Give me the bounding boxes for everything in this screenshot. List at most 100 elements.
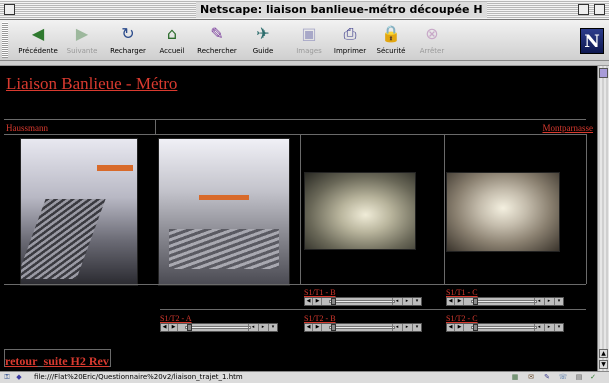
forward-arrow-icon: ▶ xyxy=(75,24,89,43)
clip-label[interactable]: S1/T1 - C xyxy=(446,288,478,297)
guide-button[interactable]: ✈ Guide xyxy=(246,23,280,59)
playback-track[interactable] xyxy=(471,300,537,303)
netscape-logo[interactable]: N xyxy=(580,28,604,54)
status-bar: ⚿ ◆ file:///Flat%20Eric/Questionnaire%20… xyxy=(0,371,609,383)
collapse-box-icon[interactable] xyxy=(594,4,605,15)
play-icon[interactable]: ▶ xyxy=(314,324,322,331)
menu-arrow-icon[interactable]: ▾ xyxy=(554,324,563,331)
search-icon: ✎ xyxy=(210,24,224,43)
speaker-icon[interactable]: ◀ xyxy=(447,298,455,305)
playback-slider-knob[interactable] xyxy=(331,324,336,331)
speaker-icon[interactable]: ◀ xyxy=(161,324,169,331)
guide-icon: ✈ xyxy=(256,24,270,43)
page-navigation: retour suite H2 Rev xyxy=(4,349,111,368)
playback-slider-knob[interactable] xyxy=(187,324,192,331)
step-forward-icon[interactable]: ▸ xyxy=(402,298,411,305)
clip-label[interactable]: S1/T2 - A xyxy=(160,314,192,323)
playback-slider-knob[interactable] xyxy=(473,298,478,305)
check-icon[interactable]: ✓ xyxy=(588,373,598,382)
document-icon[interactable]: ▤ xyxy=(574,373,584,382)
speaker-icon[interactable]: ◀ xyxy=(305,324,313,331)
scroll-up-arrow-icon[interactable]: ▲ xyxy=(599,349,608,358)
menu-arrow-icon[interactable]: ▾ xyxy=(554,298,563,305)
step-back-icon[interactable]: ◂ xyxy=(392,298,401,305)
component-navigator-icon[interactable]: ▦ xyxy=(510,373,520,382)
security-key-icon[interactable]: ⚿ xyxy=(2,373,12,382)
forward-button[interactable]: ▶ Suivante xyxy=(62,23,102,59)
media-player-control[interactable]: ◀ ▶ ◂ ▸ ▾ xyxy=(446,323,564,332)
close-box-icon[interactable] xyxy=(4,4,15,15)
cell-divider xyxy=(586,134,587,284)
cell-divider xyxy=(300,134,301,284)
step-forward-icon[interactable]: ▸ xyxy=(402,324,411,331)
header-divider-vertical xyxy=(155,119,156,134)
stop-button[interactable]: ⊗ Arrêter xyxy=(414,23,450,59)
play-icon[interactable]: ▶ xyxy=(314,298,322,305)
cell-divider xyxy=(444,134,445,284)
page-title[interactable]: Liaison Banlieue - Métro xyxy=(6,74,177,94)
step-back-icon[interactable]: ◂ xyxy=(534,298,543,305)
step-forward-icon[interactable]: ▸ xyxy=(544,324,553,331)
toolbar-grip[interactable] xyxy=(2,22,8,58)
mail-icon[interactable]: ✉ xyxy=(526,373,536,382)
step-back-icon[interactable]: ◂ xyxy=(534,324,543,331)
window-title-bar[interactable]: Netscape: liaison banlieue-métro découpé… xyxy=(0,0,609,20)
chat-icon[interactable]: ☏ xyxy=(558,373,568,382)
playback-track[interactable] xyxy=(471,326,537,329)
orange-light-band xyxy=(199,195,249,200)
back-link[interactable]: retour xyxy=(5,354,37,368)
reload-button[interactable]: ↻ Recharger xyxy=(106,23,150,59)
step-forward-icon[interactable]: ▸ xyxy=(258,324,267,331)
right-station-link[interactable]: Montparnasse xyxy=(543,123,594,133)
composer-icon[interactable]: ✎ xyxy=(542,373,552,382)
scrollbar-thumb[interactable] xyxy=(599,68,608,78)
left-station-label: Haussmann xyxy=(6,123,48,133)
speaker-icon[interactable]: ◀ xyxy=(305,298,313,305)
media-player-control[interactable]: ◀ ▶ ◂ ▸ ▾ xyxy=(446,297,564,306)
scroll-down-arrow-icon[interactable]: ▼ xyxy=(599,360,608,369)
home-button[interactable]: ⌂ Accueil xyxy=(154,23,190,59)
lock-icon: 🔒 xyxy=(381,24,401,43)
row-divider xyxy=(160,309,586,310)
media-player-control[interactable]: ◀ ▶ ◂ ▸ ▾ xyxy=(160,323,278,332)
station-hall-photo xyxy=(158,138,290,286)
step-forward-icon[interactable]: ▸ xyxy=(544,298,553,305)
stairs-stripes xyxy=(169,229,279,269)
zoom-box-icon[interactable] xyxy=(578,4,589,15)
play-icon[interactable]: ▶ xyxy=(456,324,464,331)
images-button[interactable]: ▣ Images xyxy=(292,23,326,59)
print-icon: ⎙ xyxy=(343,24,357,43)
security-button[interactable]: 🔒 Sécurité xyxy=(372,23,410,59)
home-icon: ⌂ xyxy=(166,24,178,43)
page-content: Liaison Banlieue - Métro Haussmann Montp… xyxy=(0,66,597,371)
playback-track[interactable] xyxy=(329,300,395,303)
playback-slider-knob[interactable] xyxy=(331,298,336,305)
menu-arrow-icon[interactable]: ▾ xyxy=(412,298,421,305)
clip-label[interactable]: S1/T2 - B xyxy=(304,314,336,323)
row-divider xyxy=(4,284,586,285)
back-button[interactable]: ◀ Précédente xyxy=(16,23,60,59)
media-player-control[interactable]: ◀ ▶ ◂ ▸ ▾ xyxy=(304,323,422,332)
tunnel-photo-b xyxy=(304,172,416,250)
next-link[interactable]: suite H2 Rev xyxy=(44,354,109,368)
play-icon[interactable]: ▶ xyxy=(456,298,464,305)
playback-track[interactable] xyxy=(185,326,251,329)
orange-light-band xyxy=(97,165,133,171)
clip-label[interactable]: S1/T1 - B xyxy=(304,288,336,297)
step-back-icon[interactable]: ◂ xyxy=(248,324,257,331)
media-player-control[interactable]: ◀ ▶ ◂ ▸ ▾ xyxy=(304,297,422,306)
search-button[interactable]: ✎ Rechercher xyxy=(194,23,240,59)
print-button[interactable]: ⎙ Imprimer xyxy=(330,23,370,59)
window-title: Netscape: liaison banlieue-métro découpé… xyxy=(196,2,487,18)
play-icon[interactable]: ▶ xyxy=(170,324,178,331)
playback-track[interactable] xyxy=(329,326,395,329)
step-back-icon[interactable]: ◂ xyxy=(392,324,401,331)
menu-arrow-icon[interactable]: ▾ xyxy=(412,324,421,331)
vertical-scrollbar[interactable]: ▲ ▼ xyxy=(597,66,609,371)
playback-slider-knob[interactable] xyxy=(473,324,478,331)
menu-arrow-icon[interactable]: ▾ xyxy=(268,324,277,331)
clip-label[interactable]: S1/T2 - C xyxy=(446,314,478,323)
images-icon: ▣ xyxy=(301,24,317,43)
speaker-icon[interactable]: ◀ xyxy=(447,324,455,331)
back-arrow-icon: ◀ xyxy=(31,24,45,43)
